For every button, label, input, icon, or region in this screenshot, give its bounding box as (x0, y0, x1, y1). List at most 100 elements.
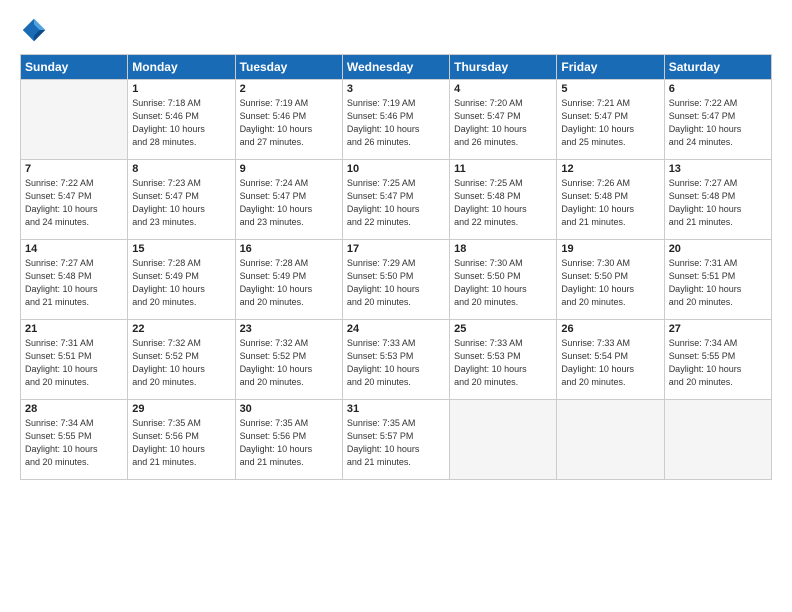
day-number: 22 (132, 323, 230, 335)
day-number: 19 (561, 243, 659, 255)
day-cell: 22 Sunrise: 7:32 AM Sunset: 5:52 PM Dayli… (128, 320, 235, 400)
col-header-monday: Monday (128, 55, 235, 80)
page: SundayMondayTuesdayWednesdayThursdayFrid… (0, 0, 792, 612)
day-cell: 30 Sunrise: 7:35 AM Sunset: 5:56 PM Dayli… (235, 400, 342, 480)
day-info: Sunrise: 7:28 AM Sunset: 5:49 PM Dayligh… (240, 257, 338, 309)
day-info: Sunrise: 7:33 AM Sunset: 5:53 PM Dayligh… (454, 337, 552, 389)
day-number: 26 (561, 323, 659, 335)
day-cell: 25 Sunrise: 7:33 AM Sunset: 5:53 PM Dayli… (450, 320, 557, 400)
day-number: 24 (347, 323, 445, 335)
day-cell: 2 Sunrise: 7:19 AM Sunset: 5:46 PM Daylig… (235, 80, 342, 160)
day-number: 2 (240, 83, 338, 95)
day-info: Sunrise: 7:26 AM Sunset: 5:48 PM Dayligh… (561, 177, 659, 229)
day-info: Sunrise: 7:31 AM Sunset: 5:51 PM Dayligh… (669, 257, 767, 309)
day-cell: 17 Sunrise: 7:29 AM Sunset: 5:50 PM Dayli… (342, 240, 449, 320)
day-cell (557, 400, 664, 480)
calendar-body: 1Sunrise: 7:18 AM Sunset: 5:46 PM Daylig… (21, 80, 772, 480)
day-cell: 27 Sunrise: 7:34 AM Sunset: 5:55 PM Dayli… (664, 320, 771, 400)
day-number: 23 (240, 323, 338, 335)
day-info: Sunrise: 7:30 AM Sunset: 5:50 PM Dayligh… (561, 257, 659, 309)
day-info: Sunrise: 7:19 AM Sunset: 5:46 PM Dayligh… (240, 97, 338, 149)
day-number: 11 (454, 163, 552, 175)
day-cell: 7 Sunrise: 7:22 AM Sunset: 5:47 PM Daylig… (21, 160, 128, 240)
day-number: 13 (669, 163, 767, 175)
day-number: 21 (25, 323, 123, 335)
day-cell: 6 Sunrise: 7:22 AM Sunset: 5:47 PM Daylig… (664, 80, 771, 160)
week-row-2: 7 Sunrise: 7:22 AM Sunset: 5:47 PM Daylig… (21, 160, 772, 240)
day-info: Sunrise: 7:22 AM Sunset: 5:47 PM Dayligh… (669, 97, 767, 149)
day-info: Sunrise: 7:33 AM Sunset: 5:54 PM Dayligh… (561, 337, 659, 389)
day-info: Sunrise: 7:31 AM Sunset: 5:51 PM Dayligh… (25, 337, 123, 389)
day-cell: 9 Sunrise: 7:24 AM Sunset: 5:47 PM Daylig… (235, 160, 342, 240)
day-number: 10 (347, 163, 445, 175)
day-cell: 23 Sunrise: 7:32 AM Sunset: 5:52 PM Dayli… (235, 320, 342, 400)
day-cell: 3Sunrise: 7:19 AM Sunset: 5:46 PM Daylig… (342, 80, 449, 160)
col-header-sunday: Sunday (21, 55, 128, 80)
day-number: 6 (669, 83, 767, 95)
day-info: Sunrise: 7:23 AM Sunset: 5:47 PM Dayligh… (132, 177, 230, 229)
day-info: Sunrise: 7:27 AM Sunset: 5:48 PM Dayligh… (25, 257, 123, 309)
day-cell: 16 Sunrise: 7:28 AM Sunset: 5:49 PM Dayli… (235, 240, 342, 320)
col-header-saturday: Saturday (664, 55, 771, 80)
calendar-header-row: SundayMondayTuesdayWednesdayThursdayFrid… (21, 55, 772, 80)
day-info: Sunrise: 7:25 AM Sunset: 5:47 PM Dayligh… (347, 177, 445, 229)
col-header-tuesday: Tuesday (235, 55, 342, 80)
day-info: Sunrise: 7:25 AM Sunset: 5:48 PM Dayligh… (454, 177, 552, 229)
header (20, 16, 772, 44)
day-cell: 12 Sunrise: 7:26 AM Sunset: 5:48 PM Dayli… (557, 160, 664, 240)
day-cell: 5Sunrise: 7:21 AM Sunset: 5:47 PM Daylig… (557, 80, 664, 160)
day-cell: 19 Sunrise: 7:30 AM Sunset: 5:50 PM Dayli… (557, 240, 664, 320)
day-number: 8 (132, 163, 230, 175)
logo-icon (20, 16, 48, 44)
day-number: 4 (454, 83, 552, 95)
day-info: Sunrise: 7:32 AM Sunset: 5:52 PM Dayligh… (132, 337, 230, 389)
day-info: Sunrise: 7:30 AM Sunset: 5:50 PM Dayligh… (454, 257, 552, 309)
day-info: Sunrise: 7:27 AM Sunset: 5:48 PM Dayligh… (669, 177, 767, 229)
day-cell: 24 Sunrise: 7:33 AM Sunset: 5:53 PM Dayli… (342, 320, 449, 400)
day-number: 12 (561, 163, 659, 175)
week-row-1: 1Sunrise: 7:18 AM Sunset: 5:46 PM Daylig… (21, 80, 772, 160)
day-number: 27 (669, 323, 767, 335)
day-info: Sunrise: 7:19 AM Sunset: 5:46 PM Dayligh… (347, 97, 445, 149)
day-info: Sunrise: 7:34 AM Sunset: 5:55 PM Dayligh… (669, 337, 767, 389)
day-number: 16 (240, 243, 338, 255)
day-number: 14 (25, 243, 123, 255)
col-header-thursday: Thursday (450, 55, 557, 80)
day-info: Sunrise: 7:18 AM Sunset: 5:46 PM Dayligh… (132, 97, 230, 149)
day-cell: 26 Sunrise: 7:33 AM Sunset: 5:54 PM Dayli… (557, 320, 664, 400)
day-number: 5 (561, 83, 659, 95)
day-cell: 8 Sunrise: 7:23 AM Sunset: 5:47 PM Daylig… (128, 160, 235, 240)
day-cell (450, 400, 557, 480)
day-cell: 28Sunrise: 7:34 AM Sunset: 5:55 PM Dayli… (21, 400, 128, 480)
day-number: 28 (25, 403, 123, 415)
day-number: 25 (454, 323, 552, 335)
day-cell: 4Sunrise: 7:20 AM Sunset: 5:47 PM Daylig… (450, 80, 557, 160)
day-cell: 29Sunrise: 7:35 AM Sunset: 5:56 PM Dayli… (128, 400, 235, 480)
day-cell (21, 80, 128, 160)
day-info: Sunrise: 7:22 AM Sunset: 5:47 PM Dayligh… (25, 177, 123, 229)
day-number: 17 (347, 243, 445, 255)
day-cell: 15Sunrise: 7:28 AM Sunset: 5:49 PM Dayli… (128, 240, 235, 320)
day-info: Sunrise: 7:35 AM Sunset: 5:56 PM Dayligh… (240, 417, 338, 469)
day-info: Sunrise: 7:33 AM Sunset: 5:53 PM Dayligh… (347, 337, 445, 389)
day-number: 30 (240, 403, 338, 415)
day-cell: 14 Sunrise: 7:27 AM Sunset: 5:48 PM Dayli… (21, 240, 128, 320)
col-header-friday: Friday (557, 55, 664, 80)
day-info: Sunrise: 7:24 AM Sunset: 5:47 PM Dayligh… (240, 177, 338, 229)
day-number: 7 (25, 163, 123, 175)
week-row-3: 14 Sunrise: 7:27 AM Sunset: 5:48 PM Dayli… (21, 240, 772, 320)
day-info: Sunrise: 7:32 AM Sunset: 5:52 PM Dayligh… (240, 337, 338, 389)
calendar-table: SundayMondayTuesdayWednesdayThursdayFrid… (20, 54, 772, 480)
logo (20, 16, 52, 44)
day-cell: 11 Sunrise: 7:25 AM Sunset: 5:48 PM Dayli… (450, 160, 557, 240)
day-info: Sunrise: 7:35 AM Sunset: 5:56 PM Dayligh… (132, 417, 230, 469)
day-number: 15 (132, 243, 230, 255)
day-info: Sunrise: 7:29 AM Sunset: 5:50 PM Dayligh… (347, 257, 445, 309)
week-row-5: 28Sunrise: 7:34 AM Sunset: 5:55 PM Dayli… (21, 400, 772, 480)
day-cell: 18 Sunrise: 7:30 AM Sunset: 5:50 PM Dayli… (450, 240, 557, 320)
day-number: 20 (669, 243, 767, 255)
day-info: Sunrise: 7:35 AM Sunset: 5:57 PM Dayligh… (347, 417, 445, 469)
day-number: 18 (454, 243, 552, 255)
day-number: 31 (347, 403, 445, 415)
day-number: 9 (240, 163, 338, 175)
